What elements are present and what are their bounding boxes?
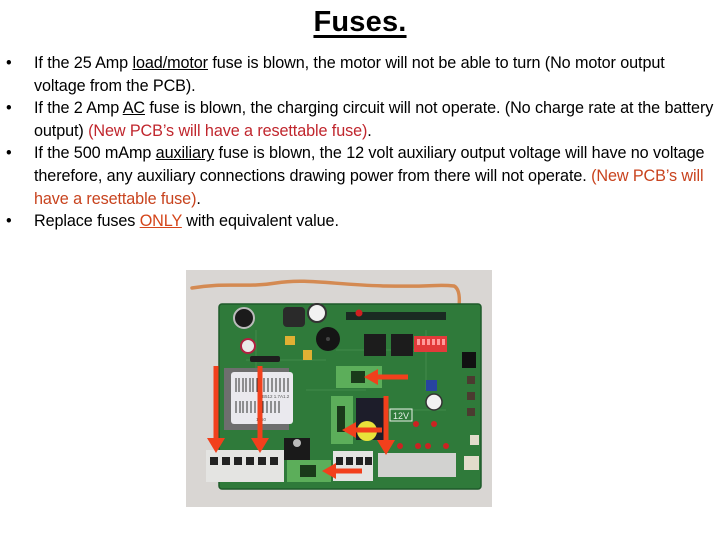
bullet-text: . [367,121,372,140]
terminal-block-middle [333,451,373,481]
bullet-text: If the 25 Amp [34,54,133,72]
bullet-text: . [196,189,201,208]
bullet-text: If the 2 Amp [34,99,123,118]
slide-title: Fuses. [313,6,407,38]
bullet-list: • If the 25 Amp load/motor fuse is blown,… [6,52,718,233]
bullet-icon: • [6,212,12,231]
bullet-emphasis: auxiliary [155,144,215,163]
bullet-text: with equivalent value. [181,212,339,231]
trimmer [426,380,437,391]
barcode-text: B512 1.7A1.2 [262,394,290,399]
bullet-emphasis: load/motor [132,54,208,72]
label-12v: 12V [393,411,409,421]
chip [391,334,413,356]
bullet-item: • If the 500 mAmp auxiliary fuse is blown… [6,142,718,210]
bullet-icon: • [6,144,12,163]
bullet-text: Replace fuses [34,212,140,231]
bullet-item: • If the 2 Amp AC fuse is blown, the char… [6,97,718,142]
terminal-block-left [206,450,284,482]
pcb-photo: B512 1.7A1.2 1050 12V [186,270,492,507]
bullet-emphasis: AC [122,99,145,118]
bullet-icon: • [6,99,12,118]
bullet-item: • If the 25 Amp load/motor fuse is blown,… [6,52,718,97]
bullet-note: ONLY [139,212,182,231]
capacitor [425,393,443,411]
chip [364,334,386,356]
bullet-icon: • [6,54,12,72]
capacitor [233,307,255,329]
bullet-text: If the 500 mAmp [34,144,156,163]
bullet-item: • Replace fuses ONLY with equivalent valu… [6,210,718,233]
bullet-note: (New PCB’s will have a resettable fuse) [88,121,368,140]
capacitor [307,303,327,323]
capacitor [240,338,256,354]
pin-header [378,453,456,477]
diode [250,356,280,362]
inductor [283,307,305,327]
chip [462,352,476,368]
